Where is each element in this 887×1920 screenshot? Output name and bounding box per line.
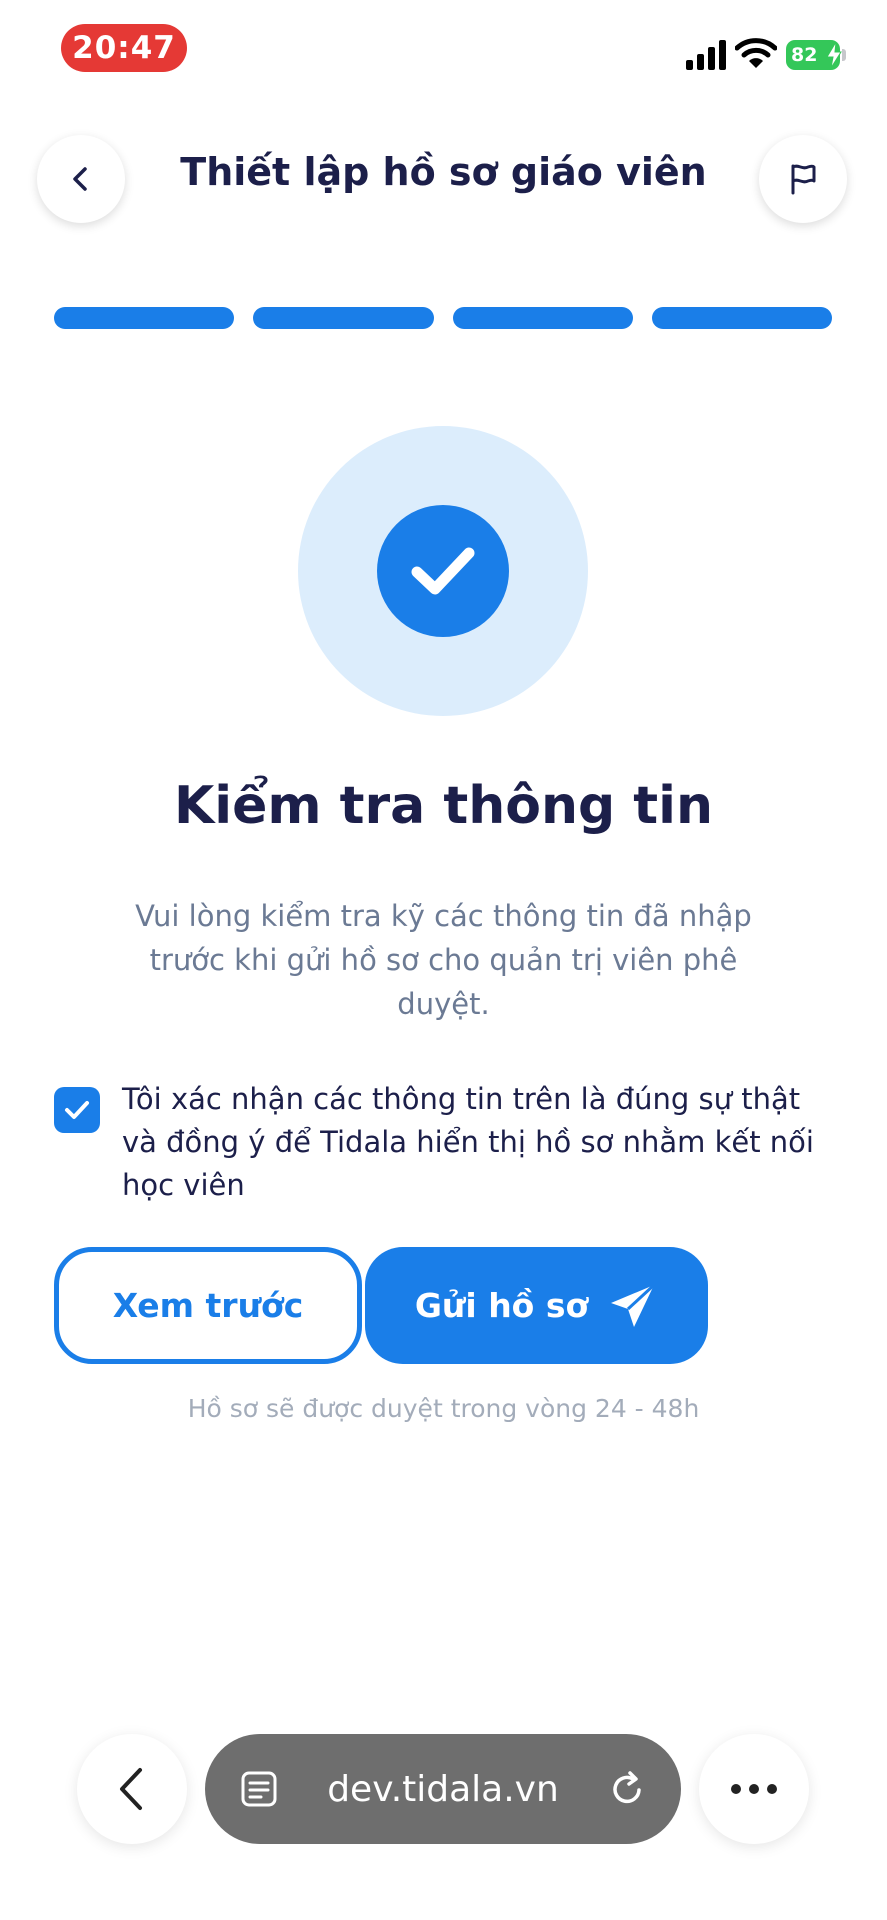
- progress-step-1: [54, 307, 235, 329]
- preview-button[interactable]: Xem trước: [54, 1247, 362, 1364]
- status-time: 20:47: [61, 24, 187, 72]
- progress-step-4: [651, 307, 832, 329]
- progress-step-2: [253, 307, 434, 329]
- paper-plane-icon: [611, 1283, 656, 1327]
- more-dots-icon: [731, 1784, 777, 1794]
- reload-icon[interactable]: [605, 1767, 649, 1811]
- page-title: Thiết lập hồ sơ giáo viên: [180, 150, 707, 194]
- check-circle-icon: [377, 505, 509, 637]
- back-button[interactable]: [37, 135, 125, 223]
- consent-label: Tôi xác nhận các thông tin trên là đúng …: [122, 1082, 814, 1202]
- screen: 20:47 82 Thiết lập hồ sơ giáo viên Kiểm …: [0, 0, 887, 1920]
- consent-checkbox[interactable]: [54, 1087, 100, 1133]
- checkmark-icon: [411, 547, 475, 595]
- submit-button-label: Gửi hồ sơ: [414, 1286, 589, 1325]
- wifi-icon: [735, 38, 777, 68]
- flag-icon: [791, 164, 816, 195]
- report-flag-button[interactable]: [759, 135, 847, 223]
- step-progress: [54, 307, 832, 329]
- review-time-note: Hồ sơ sẽ được duyệt trong vòng 24 - 48h: [187, 1394, 700, 1423]
- browser-more-button[interactable]: [699, 1734, 809, 1844]
- address-bar[interactable]: dev.tidala.vn: [205, 1734, 681, 1844]
- chevron-left-icon: [120, 1768, 142, 1810]
- progress-step-3: [452, 307, 633, 329]
- section-description: Vui lòng kiểm tra kỹ các thông tin đã nh…: [135, 899, 752, 1021]
- charging-bolt-icon: [826, 42, 842, 68]
- reader-mode-icon[interactable]: [237, 1767, 281, 1811]
- battery-level: 82: [791, 44, 818, 66]
- battery-tip: [842, 49, 846, 61]
- submit-profile-button[interactable]: Gửi hồ sơ: [365, 1247, 708, 1364]
- battery-indicator: 82: [786, 40, 842, 70]
- browser-back-button[interactable]: [77, 1734, 187, 1844]
- cellular-signal-icon: [686, 40, 726, 70]
- url-text: dev.tidala.vn: [327, 1768, 559, 1810]
- section-heading: Kiểm tra thông tin: [173, 776, 714, 836]
- preview-button-label: Xem trước: [112, 1286, 304, 1325]
- checkbox-check-icon: [65, 1101, 89, 1119]
- chevron-left-icon: [73, 167, 87, 191]
